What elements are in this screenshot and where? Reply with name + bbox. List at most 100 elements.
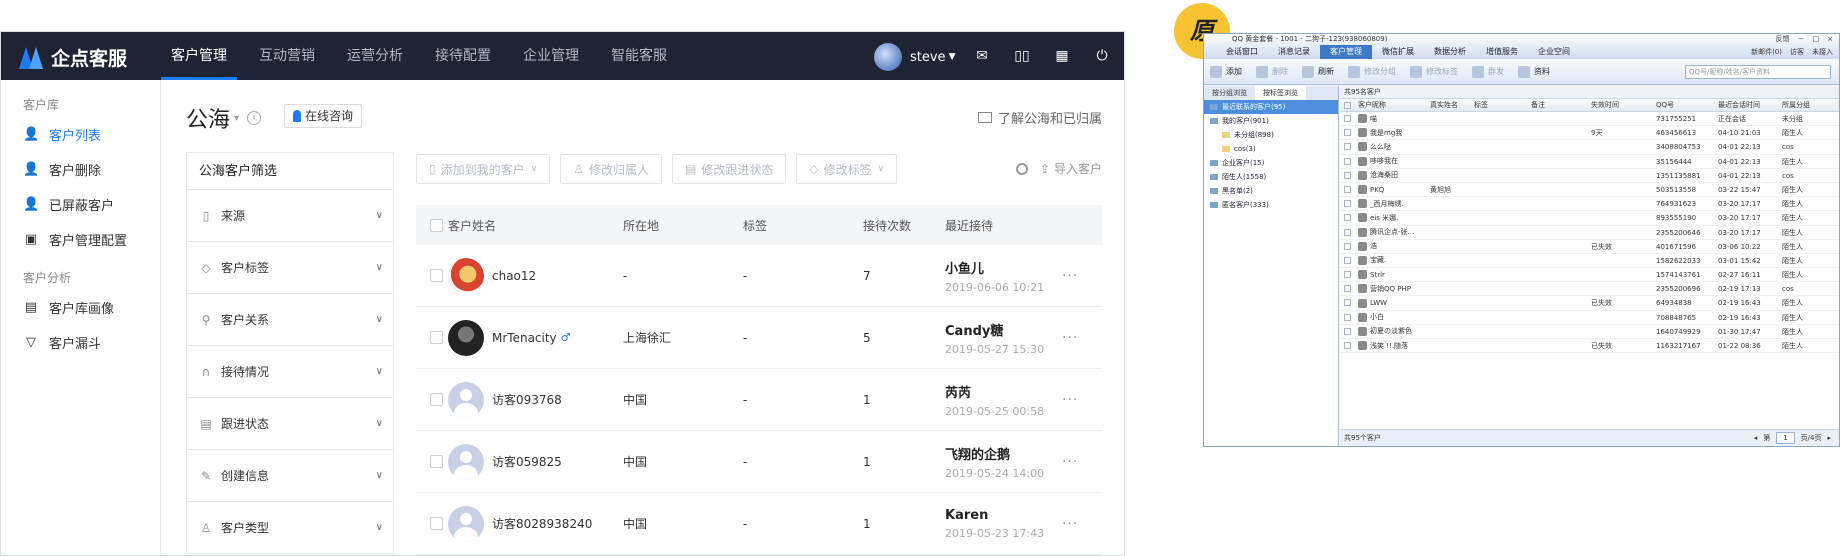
old-tab-active[interactable]: 客户管理 <box>1320 45 1372 59</box>
row-checkbox[interactable] <box>1344 115 1351 122</box>
grid-icon[interactable]: ▦ <box>1053 47 1071 65</box>
tree-item[interactable]: 匿名客户(333) <box>1204 198 1338 212</box>
old-refresh-button[interactable]: 刷新 <box>1302 65 1334 78</box>
import-customers-button[interactable]: 导入客户 <box>1054 160 1102 177</box>
tree-item[interactable]: cos(3) <box>1204 142 1338 156</box>
nav-reception-config[interactable]: 接待配置 <box>425 32 501 80</box>
filter-created[interactable]: ✎ 创建信息 ∨ <box>187 450 393 502</box>
tree-item[interactable]: 未分组(898) <box>1204 128 1338 142</box>
old-table-row[interactable]: _西月梅绣. 764931623 03-20 17:17 陌生人 <box>1340 197 1839 212</box>
new-mail-link[interactable]: 新邮件(0) <box>1751 45 1782 59</box>
table-row[interactable]: chao12 - - 7 小鱼儿 2019-06-06 10:21 ··· <box>416 245 1102 307</box>
old-profile-button[interactable]: 资料 <box>1518 65 1550 78</box>
old-table-row[interactable]: 喵 731755251 正在会话 未分组 <box>1340 112 1839 127</box>
mail-icon[interactable]: ✉ <box>973 47 991 65</box>
row-checkbox[interactable] <box>430 455 443 468</box>
feedback-link[interactable]: 反馈 <box>1776 34 1790 45</box>
more-icon[interactable]: ··· <box>1062 392 1102 408</box>
customer-name[interactable]: MrTenacity <box>492 331 557 345</box>
user-menu[interactable]: steve ▼ <box>874 43 955 71</box>
old-delete-button[interactable]: 删除 <box>1256 65 1288 78</box>
learn-link[interactable]: 了解公海和已归属 <box>977 108 1102 127</box>
filter-source[interactable]: ▯ 来源 ∨ <box>187 190 393 242</box>
old-table-row[interactable]: 宝藏. 1582622033 03-01 15:42 陌生人 <box>1340 254 1839 269</box>
logo[interactable]: 企点客服 <box>19 44 127 71</box>
old-tab[interactable]: 企业空间 <box>1528 45 1580 59</box>
row-checkbox[interactable] <box>1344 129 1351 137</box>
filter-tags[interactable]: ◇ 客户标签 ∨ <box>187 242 393 294</box>
row-checkbox[interactable] <box>1344 214 1351 222</box>
nav-enterprise-management[interactable]: 企业管理 <box>513 32 589 80</box>
table-row[interactable]: 访客093768 中国 - 1 芮芮 2019-05-25 00:58 ··· <box>416 369 1102 431</box>
old-mass-send-button[interactable]: 群发 <box>1472 65 1504 78</box>
old-table-row[interactable]: eis 米娜. 893555190 03-20 17:17 陌生人 <box>1340 211 1839 226</box>
maximize-icon[interactable]: □ <box>1813 34 1820 45</box>
not-connected-link[interactable]: 未接入 <box>1812 45 1833 59</box>
sidebar-item-portrait[interactable]: ▤ 客户库画像 <box>1 290 160 325</box>
old-table-row[interactable]: Strlr 1574143761 02-27 16:11 陌生人 <box>1340 268 1839 283</box>
row-checkbox[interactable] <box>430 517 443 530</box>
more-icon[interactable]: ··· <box>1062 268 1102 284</box>
page-title[interactable]: 公海 ▾ i <box>186 102 262 134</box>
old-table-row[interactable]: LWW 已失效 64934838 02-19 16:43 陌生人 <box>1340 296 1839 311</box>
tree-item[interactable]: 我的客户(901) <box>1204 114 1338 128</box>
tree-item[interactable]: 黑名单(2) <box>1204 184 1338 198</box>
sidebar-item-customer-list[interactable]: 👤 客户列表 <box>1 117 160 152</box>
tree-item[interactable]: 最近联系的客户(95) <box>1204 100 1338 114</box>
old-tab[interactable]: 会话窗口 <box>1216 45 1268 59</box>
old-tab[interactable]: 数据分析 <box>1424 45 1476 59</box>
search-icon[interactable] <box>1015 162 1028 175</box>
next-page-icon[interactable]: ▸ <box>1827 430 1831 446</box>
row-checkbox[interactable] <box>1344 256 1351 264</box>
row-checkbox[interactable] <box>1344 171 1351 179</box>
change-owner-button[interactable]: ♙ 修改归属人 <box>560 154 662 184</box>
row-checkbox[interactable] <box>430 393 443 406</box>
nav-operation-analysis[interactable]: 运营分析 <box>337 32 413 80</box>
nav-smart-service[interactable]: 智能客服 <box>601 32 677 80</box>
tab-by-tag[interactable]: 按标签浏览 <box>1255 86 1306 100</box>
more-icon[interactable]: ··· <box>1062 330 1102 346</box>
row-checkbox[interactable] <box>1344 185 1351 193</box>
row-checkbox[interactable] <box>1344 285 1351 293</box>
row-checkbox[interactable] <box>1344 299 1351 307</box>
sidebar-item-blocked[interactable]: 👤 已屏蔽客户 <box>1 187 160 222</box>
logout-icon[interactable]: ⏻ <box>1093 47 1111 65</box>
row-checkbox[interactable] <box>1344 271 1351 279</box>
sidebar-item-config[interactable]: ▣ 客户管理配置 <box>1 222 160 257</box>
nav-customer-management[interactable]: 客户管理 <box>161 32 237 80</box>
row-checkbox[interactable] <box>430 331 443 344</box>
old-table-row[interactable]: 小白 708848765 02-19 16:43 陌生人 <box>1340 311 1839 325</box>
more-icon[interactable]: ··· <box>1062 516 1102 532</box>
customer-name[interactable]: 访客8028938240 <box>492 515 592 532</box>
old-table-row[interactable]: 浩 已失效 401671596 03-06 10:22 陌生人 <box>1340 240 1839 254</box>
tree-item[interactable]: 陌生人(1558) <box>1204 170 1338 184</box>
old-table-row[interactable]: 浅笑 !!.随落 已失效 1163217167 01-22 08:36 陌生人 <box>1340 339 1839 354</box>
info-icon[interactable]: i <box>247 111 262 125</box>
customer-name[interactable]: 访客059825 <box>492 453 562 470</box>
tree-item[interactable]: 企业客户(15) <box>1204 156 1338 170</box>
filter-follow-status[interactable]: ▤ 跟进状态 ∨ <box>187 398 393 450</box>
close-icon[interactable]: × <box>1827 34 1833 45</box>
old-tab[interactable]: 增值服务 <box>1476 45 1528 59</box>
old-edit-tag-button[interactable]: 修改标签 <box>1410 65 1458 78</box>
select-all-checkbox[interactable] <box>430 218 443 232</box>
more-icon[interactable]: ··· <box>1062 454 1102 470</box>
row-checkbox[interactable] <box>1344 313 1351 321</box>
old-table-row[interactable]: 我是mg我 9天 463456613 04-10 21:03 陌生人 <box>1340 126 1839 141</box>
old-tab[interactable]: 微信扩展 <box>1372 45 1424 59</box>
table-row[interactable]: MrTenacity ♂ 上海徐汇 - 5 Candy糖 2019-05-27 15… <box>416 307 1102 369</box>
sidebar-item-customer-delete[interactable]: 👤 客户删除 <box>1 152 160 187</box>
minimize-icon[interactable]: － <box>1798 34 1805 45</box>
nav-interactive-marketing[interactable]: 互动营销 <box>249 32 325 80</box>
old-tab[interactable]: 消息记录 <box>1268 45 1320 59</box>
table-row[interactable]: 访客059825 中国 - 1 飞翔的企鹅 2019-05-24 14:00 ··… <box>416 431 1102 493</box>
old-table-row[interactable]: 沧海桑田 1351135881 04-01 22:13 cos <box>1340 169 1839 183</box>
old-table-row[interactable]: 初夏の淡紫色 1640749929 01-30 17:47 陌生人 <box>1340 325 1839 339</box>
online-consult-button[interactable]: 在线咨询 <box>284 104 363 128</box>
old-edit-group-button[interactable]: 修改分组 <box>1348 65 1396 78</box>
row-checkbox[interactable] <box>1344 342 1351 349</box>
row-checkbox[interactable] <box>1344 143 1351 151</box>
prev-page-icon[interactable]: ◂ <box>1754 430 1758 446</box>
customer-name[interactable]: chao12 <box>492 269 536 283</box>
row-checkbox[interactable] <box>1344 242 1351 250</box>
